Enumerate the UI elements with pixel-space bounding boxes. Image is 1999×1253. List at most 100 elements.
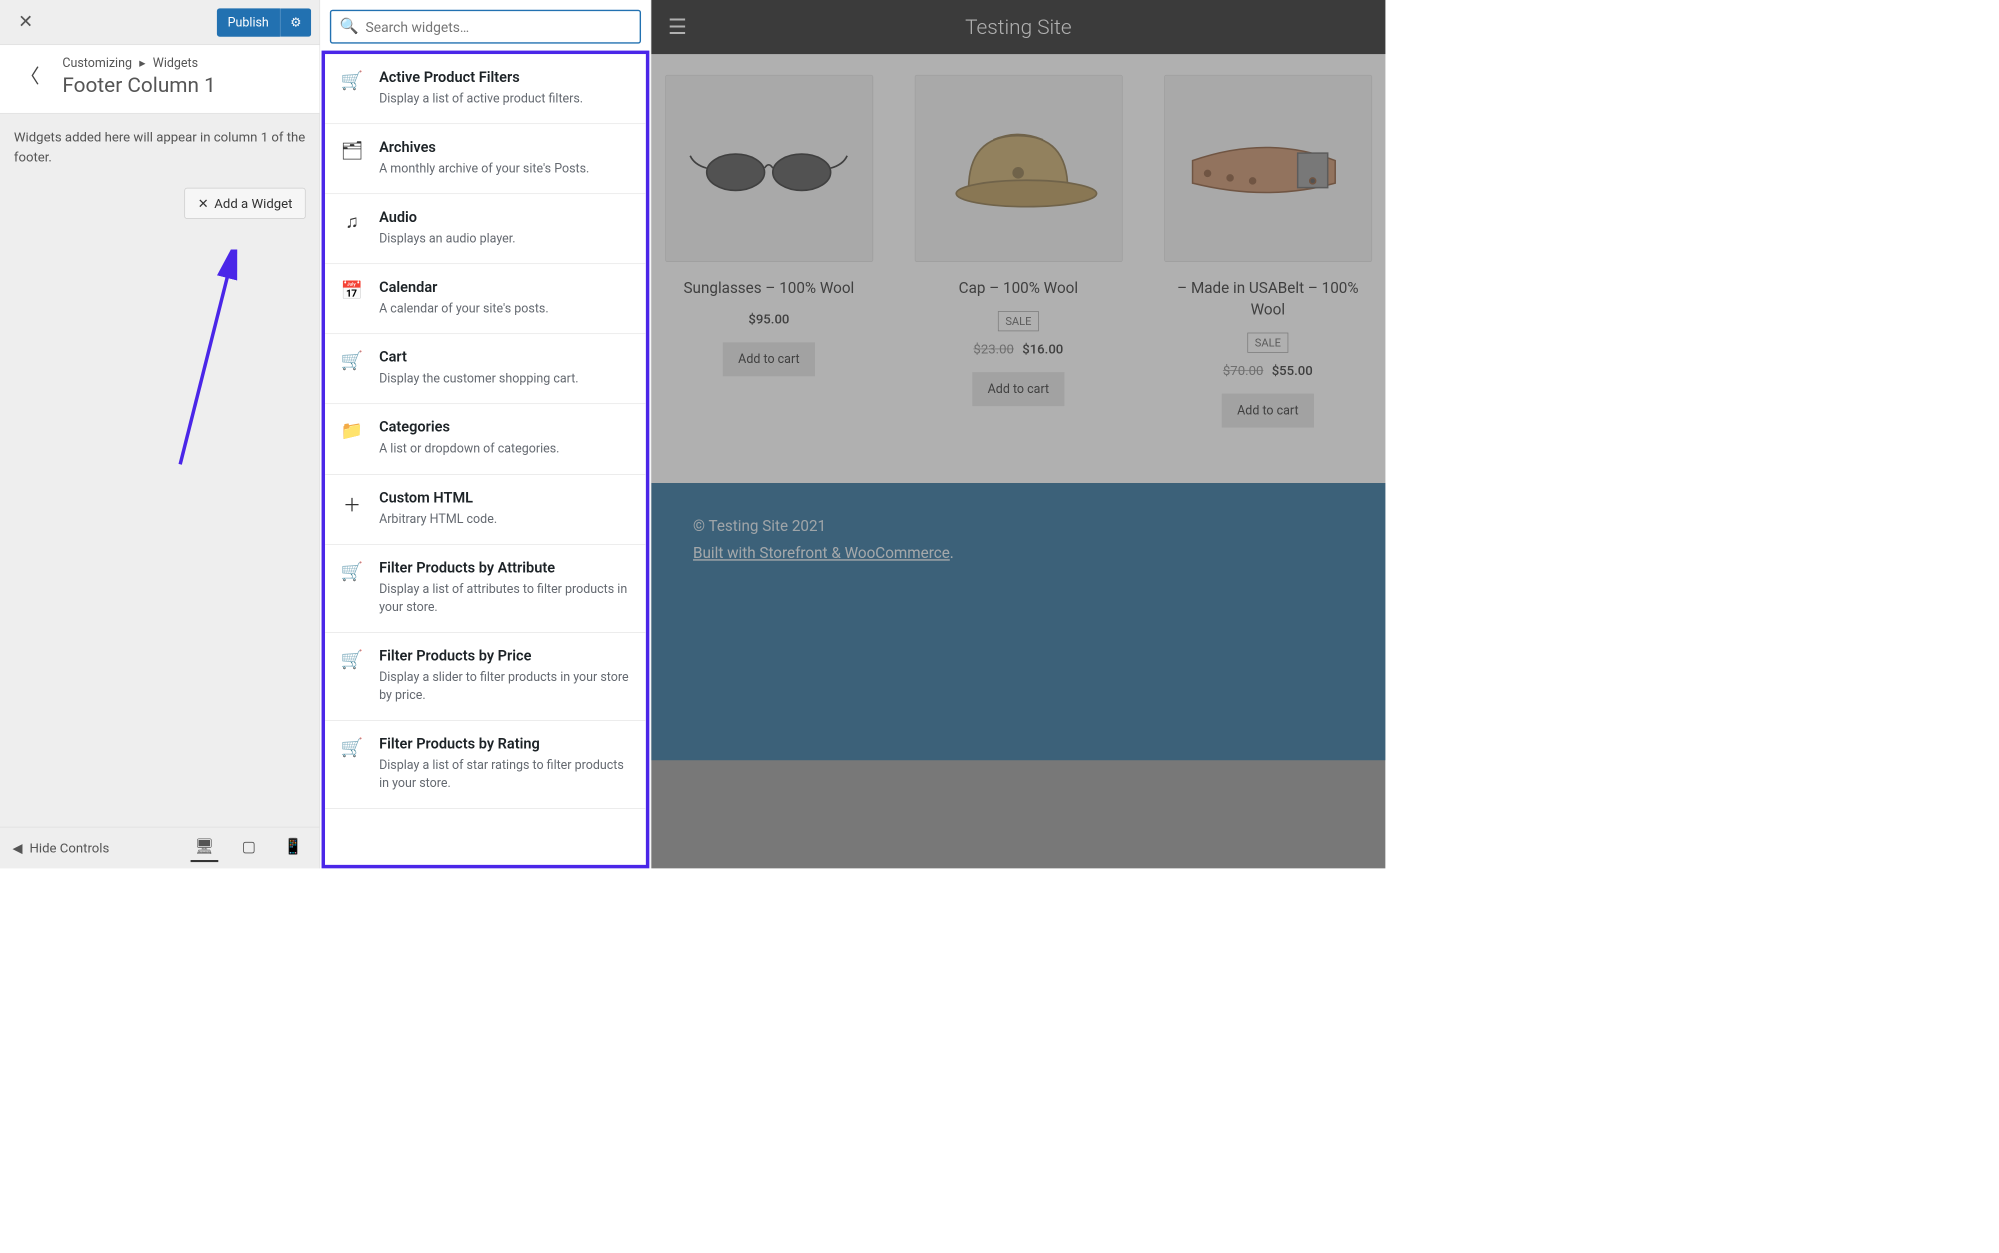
- customizer-panel: ✕ Publish ⚙ 〈 Customizing ▸ Widgets Foot…: [0, 0, 320, 868]
- widget-icon: 📅: [340, 279, 364, 318]
- page-title: Footer Column 1: [62, 73, 302, 97]
- chevron-right-icon: ▸: [139, 56, 145, 71]
- device-tablet-button[interactable]: ▢: [238, 834, 261, 862]
- chevron-left-icon: ◀: [12, 840, 22, 856]
- price-old: $23.00: [973, 341, 1013, 357]
- widget-selector-panel: 🔍 🛒 Active Product Filters Display a lis…: [320, 0, 651, 868]
- search-input[interactable]: [365, 18, 631, 35]
- widget-item[interactable]: 🛒 Active Product Filters Display a list …: [325, 54, 646, 124]
- product-image[interactable]: [914, 75, 1122, 262]
- widget-icon: 🛒: [340, 736, 364, 793]
- add-to-cart-button[interactable]: Add to cart: [723, 342, 815, 376]
- breadcrumb-parent: Customizing: [62, 56, 132, 71]
- widget-description: Display a list of attributes to filter p…: [379, 580, 631, 616]
- widget-description: A monthly archive of your site's Posts.: [379, 160, 631, 178]
- product-price: $95.00: [665, 311, 873, 327]
- sale-badge: SALE: [1247, 332, 1288, 352]
- add-to-cart-button[interactable]: Add to cart: [972, 372, 1064, 406]
- footer-controls: ◀ Hide Controls 🖥 ▢ 📱: [0, 827, 319, 869]
- widget-description: Display a list of star ratings to filter…: [379, 757, 631, 793]
- device-desktop-button[interactable]: 🖥: [190, 834, 218, 862]
- customizer-topbar: ✕ Publish ⚙: [0, 0, 319, 45]
- section-description: Widgets added here will appear in column…: [0, 114, 319, 181]
- product-title[interactable]: – Made in USABelt – 100% Wool: [1164, 279, 1372, 322]
- hide-controls-label: Hide Controls: [30, 840, 110, 856]
- widget-title: Filter Products by Attribute: [379, 560, 631, 577]
- widget-item[interactable]: ＋ Custom HTML Arbitrary HTML code.: [325, 474, 646, 544]
- widget-icon: ＋: [340, 490, 364, 529]
- widget-icon: 🛒: [340, 648, 364, 705]
- widget-description: Display a slider to filter products in y…: [379, 669, 631, 705]
- widget-title: Calendar: [379, 279, 631, 296]
- widget-title: Filter Products by Price: [379, 648, 631, 665]
- product-card: – Made in USABelt – 100% WoolSALE$70.00$…: [1164, 75, 1372, 427]
- product-title[interactable]: Sunglasses – 100% Wool: [665, 279, 873, 300]
- widget-title: Custom HTML: [379, 490, 631, 507]
- hamburger-icon[interactable]: ☰: [668, 15, 687, 39]
- widget-item[interactable]: 🛒 Filter Products by Attribute Display a…: [325, 544, 646, 632]
- add-widget-button[interactable]: ✕ Add a Widget: [185, 188, 306, 219]
- product-title[interactable]: Cap – 100% Wool: [914, 279, 1122, 300]
- annotation-arrow: [166, 249, 249, 478]
- widget-item[interactable]: 🛒 Cart Display the customer shopping car…: [325, 334, 646, 404]
- widget-icon: 🛒: [340, 560, 364, 617]
- widget-title: Audio: [379, 209, 631, 226]
- site-footer: © Testing Site 2021 Built with Storefron…: [651, 483, 1385, 760]
- price-old: $70.00: [1223, 362, 1263, 378]
- widget-icon: 📁: [340, 420, 364, 459]
- product-grid: Sunglasses – 100% Wool$95.00Add to cart …: [651, 54, 1385, 483]
- widget-item[interactable]: ♫ Audio Displays an audio player.: [325, 194, 646, 264]
- widget-title: Filter Products by Rating: [379, 736, 631, 753]
- site-preview: ☰ Testing Site Sunglasses – 100% Wool $95…: [651, 0, 1385, 868]
- widget-description: A list or dropdown of categories.: [379, 440, 631, 458]
- product-price: $70.00 $55.00: [1164, 362, 1372, 378]
- add-widget-label: Add a Widget: [214, 195, 292, 211]
- product-image[interactable]: [1164, 75, 1372, 262]
- widget-item[interactable]: 📁 Categories A list or dropdown of categ…: [325, 404, 646, 474]
- device-mobile-button[interactable]: 📱: [280, 834, 307, 862]
- publish-settings-button[interactable]: ⚙: [280, 8, 311, 36]
- site-title: Testing Site: [965, 15, 1072, 39]
- widget-icon: 🛒: [340, 69, 364, 108]
- widget-icon: 🗂: [340, 139, 364, 178]
- widget-list: 🛒 Active Product Filters Display a list …: [322, 51, 650, 869]
- footer-credit-link[interactable]: Built with Storefront & WooCommerce: [693, 544, 950, 561]
- product-image[interactable]: [665, 75, 873, 262]
- site-header: ☰ Testing Site: [651, 0, 1385, 54]
- search-icon: 🔍: [340, 18, 359, 35]
- footer-link-suffix: .: [950, 544, 954, 561]
- widget-item[interactable]: 🛒 Filter Products by Price Display a sli…: [325, 633, 646, 721]
- gear-icon: ⚙: [290, 15, 301, 30]
- widget-icon: ♫: [340, 209, 364, 248]
- widget-title: Cart: [379, 350, 631, 367]
- price-current: $16.00: [1022, 341, 1063, 357]
- close-icon[interactable]: ✕: [8, 5, 43, 40]
- section-header: 〈 Customizing ▸ Widgets Footer Column 1: [0, 45, 319, 114]
- breadcrumb-child: Widgets: [153, 56, 198, 71]
- search-box[interactable]: 🔍: [330, 10, 641, 44]
- publish-button[interactable]: Publish: [217, 8, 280, 36]
- widget-description: Displays an audio player.: [379, 230, 631, 248]
- price-current: $95.00: [748, 311, 789, 327]
- product-card: Sunglasses – 100% Wool $95.00 Add to cart: [665, 75, 873, 427]
- sale-badge: SALE: [998, 311, 1039, 331]
- product-price: $23.00 $16.00: [914, 341, 1122, 357]
- widget-description: Display a list of active product filters…: [379, 90, 631, 108]
- widget-title: Categories: [379, 420, 631, 437]
- widget-title: Archives: [379, 139, 631, 156]
- footer-copyright: © Testing Site 2021: [693, 517, 1344, 534]
- product-card: Cap – 100% Wool SALE $23.00 $16.00 Add to ca…: [914, 75, 1122, 427]
- widget-description: Arbitrary HTML code.: [379, 510, 631, 528]
- add-to-cart-button[interactable]: Add to cart: [1222, 393, 1314, 427]
- widget-item[interactable]: 🗂 Archives A monthly archive of your sit…: [325, 124, 646, 194]
- back-button[interactable]: 〈: [12, 58, 47, 93]
- close-icon: ✕: [198, 195, 209, 211]
- widget-item[interactable]: 📅 Calendar A calendar of your site's pos…: [325, 264, 646, 334]
- price-current: $55.00: [1272, 362, 1313, 378]
- widget-icon: 🛒: [340, 350, 364, 389]
- widget-title: Active Product Filters: [379, 69, 631, 86]
- hide-controls-button[interactable]: ◀ Hide Controls: [12, 840, 109, 856]
- widget-description: A calendar of your site's posts.: [379, 300, 631, 318]
- widget-item[interactable]: 🛒 Filter Products by Rating Display a li…: [325, 721, 646, 809]
- breadcrumb: Customizing ▸ Widgets: [62, 56, 302, 71]
